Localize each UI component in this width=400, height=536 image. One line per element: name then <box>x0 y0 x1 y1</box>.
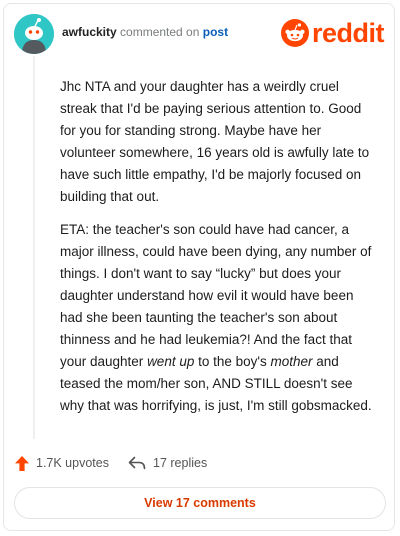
reply-count: 17 replies <box>153 456 208 470</box>
upvote-button[interactable]: 1.7K upvotes <box>15 452 109 474</box>
post-link[interactable]: post <box>203 25 228 39</box>
comment-body: Jhc NTA and your daughter has a weirdly … <box>60 76 378 428</box>
paragraph-text: to the boy's <box>194 354 271 369</box>
comment-paragraph: Jhc NTA and your daughter has a weirdly … <box>60 76 378 208</box>
emphasis-text: mother <box>270 354 313 369</box>
comment-meta: awfuckity commented on post <box>62 25 228 39</box>
thread-line[interactable] <box>33 56 35 439</box>
reddit-logo: reddit <box>280 18 385 48</box>
reply-arrow-icon <box>128 456 146 470</box>
replies-button[interactable]: 17 replies <box>128 452 207 474</box>
reddit-wordmark: reddit <box>311 18 385 48</box>
snoo-avatar-icon <box>14 14 54 54</box>
username[interactable]: awfuckity <box>62 25 117 39</box>
commented-label: commented on <box>120 25 200 39</box>
upvote-arrow-icon <box>15 455 29 471</box>
paragraph-text: Jhc NTA and your daughter has a weirdly … <box>60 79 370 204</box>
view-comments-button[interactable]: View 17 comments <box>14 487 386 519</box>
comment-paragraph: ETA: the teacher's son could have had ca… <box>60 219 378 417</box>
paragraph-text: ETA: the teacher's son could have had ca… <box>60 222 372 369</box>
comment-header: awfuckity commented on post reddit <box>14 14 386 54</box>
comment-footer: 1.7K upvotes 17 replies <box>15 452 385 474</box>
avatar[interactable] <box>14 14 54 54</box>
emphasis-text: went up <box>147 354 195 369</box>
upvote-count: 1.7K upvotes <box>36 456 109 470</box>
reddit-snoo-icon <box>280 19 309 47</box>
